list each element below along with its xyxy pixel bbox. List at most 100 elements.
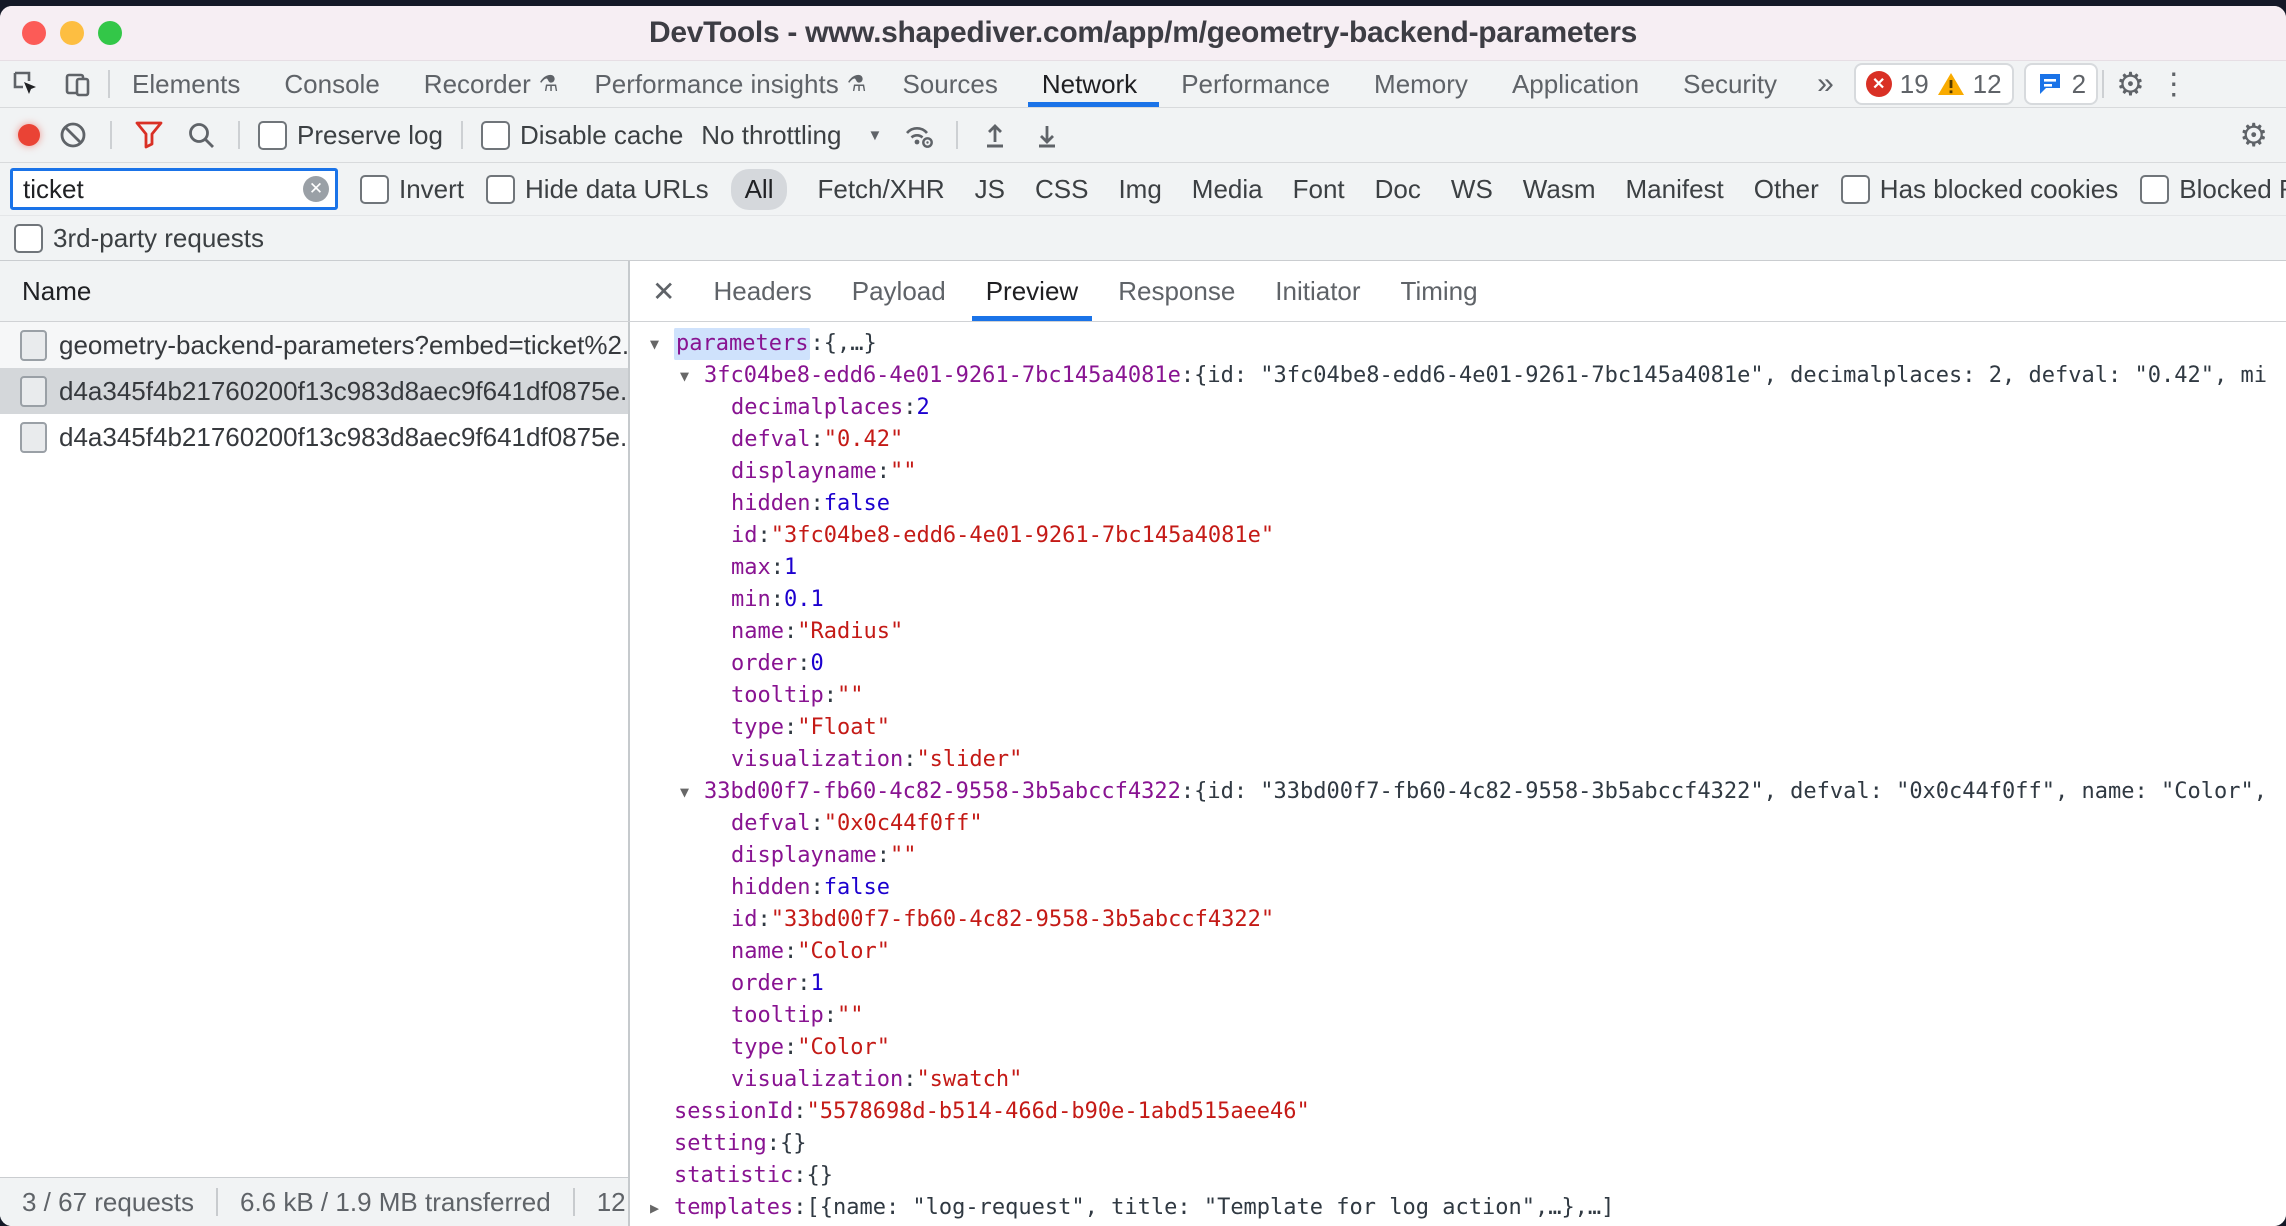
devtools-tab[interactable]: Sources <box>884 61 1023 107</box>
json-tree-line[interactable]: ▼ 3fc04be8-edd6-4e01-9261-7bc145a4081e :… <box>630 360 2286 392</box>
detail-tab[interactable]: Preview <box>966 261 1098 321</box>
json-value: "" <box>837 1000 864 1032</box>
json-tree-line[interactable]: visualization : "swatch" <box>630 1064 2286 1096</box>
has-blocked-cookies-checkbox[interactable] <box>1841 175 1870 204</box>
kebab-menu-icon[interactable]: ⋮ <box>2153 61 2205 107</box>
throttling-select[interactable]: No throttling ▼ <box>697 120 886 151</box>
blocked-requests-checkbox[interactable] <box>2140 175 2169 204</box>
json-tree-line[interactable]: hidden : false <box>630 872 2286 904</box>
settings-gear-icon[interactable]: ⚙ <box>2108 61 2153 107</box>
json-tree-line[interactable]: name : "Color" <box>630 936 2286 968</box>
preserve-log-checkbox[interactable] <box>258 121 287 150</box>
hide-data-urls-checkbox[interactable] <box>486 175 515 204</box>
resource-type-chip[interactable]: Doc <box>1375 174 1421 205</box>
disable-cache-toggle[interactable]: Disable cache <box>481 120 683 151</box>
devtools-tab[interactable]: Security <box>1665 61 1803 107</box>
json-tree-line[interactable]: ▼ parameters : {,…} <box>630 328 2286 360</box>
disclosure-triangle-icon[interactable]: ▼ <box>680 360 704 392</box>
json-tree-line[interactable]: order : 1 <box>630 968 2286 1000</box>
issues-badge[interactable]: 2 <box>2024 63 2098 105</box>
clear-network-log-icon[interactable] <box>54 116 92 154</box>
has-blocked-cookies-toggle[interactable]: Has blocked cookies <box>1841 174 2118 205</box>
json-tree-line[interactable]: type : "Color" <box>630 1032 2286 1064</box>
json-tree-line[interactable]: id : "3fc04be8-edd6-4e01-9261-7bc145a408… <box>630 520 2286 552</box>
json-tree-line[interactable]: statistic : {} <box>630 1160 2286 1192</box>
more-tabs-chevron-icon[interactable]: » <box>1803 61 1848 107</box>
detail-tab[interactable]: Payload <box>832 261 966 321</box>
preserve-log-toggle[interactable]: Preserve log <box>258 120 443 151</box>
devtools-tab[interactable]: Performance insights⚗ <box>576 61 884 107</box>
errors-warnings-badge[interactable]: ✕ 19 12 <box>1854 63 2014 105</box>
devtools-tab[interactable]: Elements <box>114 61 266 107</box>
json-tree-line[interactable]: displayname : "" <box>630 840 2286 872</box>
hide-data-urls-toggle[interactable]: Hide data URLs <box>486 174 709 205</box>
request-row[interactable]: d4a345f4b21760200f13c983d8aec9f641df0875… <box>0 414 628 460</box>
third-party-checkbox[interactable] <box>14 224 43 253</box>
export-har-icon[interactable] <box>1028 116 1066 154</box>
record-network-log-button[interactable] <box>18 124 40 146</box>
devtools-tab[interactable]: Application <box>1494 61 1665 107</box>
resource-type-chip[interactable]: WS <box>1451 174 1493 205</box>
disclosure-triangle-icon[interactable]: ▼ <box>680 776 704 808</box>
disable-cache-checkbox[interactable] <box>481 121 510 150</box>
detail-tab[interactable]: Initiator <box>1255 261 1380 321</box>
devtools-tab[interactable]: Network <box>1024 61 1163 107</box>
invert-checkbox[interactable] <box>360 175 389 204</box>
filter-input[interactable] <box>21 173 295 206</box>
resource-type-chip[interactable]: Font <box>1293 174 1345 205</box>
json-tree-line[interactable]: hidden : false <box>630 488 2286 520</box>
json-tree-line[interactable]: order : 0 <box>630 648 2286 680</box>
devtools-tab[interactable]: Console <box>266 61 405 107</box>
tab-label: Application <box>1512 69 1639 100</box>
detail-tab[interactable]: Response <box>1098 261 1255 321</box>
resource-type-chip[interactable]: JS <box>975 174 1005 205</box>
json-tree-line[interactable]: type : "Float" <box>630 712 2286 744</box>
invert-toggle[interactable]: Invert <box>360 174 464 205</box>
disclosure-triangle-icon[interactable]: ▼ <box>650 328 674 360</box>
detail-tab[interactable]: Headers <box>693 261 831 321</box>
json-tree-line[interactable]: decimalplaces : 2 <box>630 392 2286 424</box>
filter-icon[interactable] <box>130 116 168 154</box>
request-row[interactable]: d4a345f4b21760200f13c983d8aec9f641df0875… <box>0 368 628 414</box>
json-tree-line[interactable]: id : "33bd00f7-fb60-4c82-9558-3b5abccf43… <box>630 904 2286 936</box>
network-conditions-icon[interactable] <box>900 116 938 154</box>
json-tree-line[interactable]: max : 1 <box>630 552 2286 584</box>
devtools-tab[interactable]: Recorder⚗ <box>406 61 577 107</box>
search-icon[interactable] <box>182 116 220 154</box>
blocked-requests-toggle[interactable]: Blocked Requests <box>2140 174 2286 205</box>
json-tree-line[interactable]: tooltip : "" <box>630 680 2286 712</box>
network-settings-gear-icon[interactable]: ⚙ <box>2231 116 2276 154</box>
json-tree-line[interactable]: displayname : "" <box>630 456 2286 488</box>
resource-type-chip[interactable]: All <box>731 169 788 210</box>
json-tree-line[interactable]: visualization : "slider" <box>630 744 2286 776</box>
json-tree-line[interactable]: tooltip : "" <box>630 1000 2286 1032</box>
filter-input-box[interactable]: ✕ <box>10 168 338 210</box>
json-tree-line[interactable]: ▶ templates : [{name: "log-request", tit… <box>630 1192 2286 1224</box>
json-tree-line[interactable]: min : 0.1 <box>630 584 2286 616</box>
resource-type-chip[interactable]: Manifest <box>1626 174 1724 205</box>
third-party-toggle[interactable]: 3rd-party requests <box>14 223 264 254</box>
json-tree-line[interactable]: defval : "0x0c44f0ff" <box>630 808 2286 840</box>
inspect-element-icon[interactable] <box>0 61 52 107</box>
clear-filter-icon[interactable]: ✕ <box>303 176 329 202</box>
resource-type-chip[interactable]: Fetch/XHR <box>817 174 944 205</box>
json-tree-line[interactable]: name : "Radius" <box>630 616 2286 648</box>
resource-type-chip[interactable]: Media <box>1192 174 1263 205</box>
resource-type-chip[interactable]: Other <box>1754 174 1819 205</box>
json-tree-line[interactable]: sessionId : "5578698d-b514-466d-b90e-1ab… <box>630 1096 2286 1128</box>
resource-type-chip[interactable]: Img <box>1118 174 1161 205</box>
import-har-icon[interactable] <box>976 116 1014 154</box>
request-row[interactable]: geometry-backend-parameters?embed=ticket… <box>0 322 628 368</box>
name-column-header[interactable]: Name <box>0 261 630 321</box>
json-tree-line[interactable]: setting : {} <box>630 1128 2286 1160</box>
resource-type-chip[interactable]: CSS <box>1035 174 1088 205</box>
device-toolbar-icon[interactable] <box>52 61 104 107</box>
devtools-tab[interactable]: Performance <box>1163 61 1356 107</box>
json-tree-line[interactable]: defval : "0.42" <box>630 424 2286 456</box>
devtools-tab[interactable]: Memory <box>1356 61 1494 107</box>
resource-type-chip[interactable]: Wasm <box>1523 174 1596 205</box>
json-tree-line[interactable]: ▼ 33bd00f7-fb60-4c82-9558-3b5abccf4322 :… <box>630 776 2286 808</box>
detail-tab[interactable]: Timing <box>1381 261 1498 321</box>
close-detail-panel-icon[interactable]: ✕ <box>630 261 693 321</box>
disclosure-triangle-icon[interactable]: ▶ <box>650 1192 674 1224</box>
